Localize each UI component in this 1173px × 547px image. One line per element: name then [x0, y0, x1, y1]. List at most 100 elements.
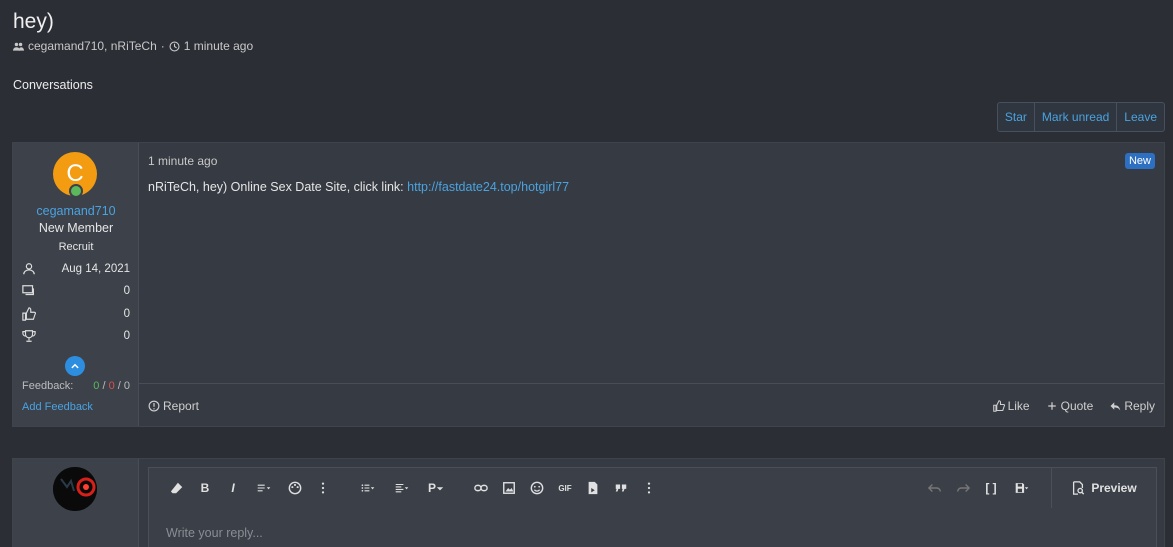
- stat-value: 0: [123, 285, 130, 297]
- feedback-sep: /: [117, 380, 121, 392]
- trophy-icon: [22, 330, 36, 342]
- feedback-label: Feedback:: [22, 380, 74, 392]
- paragraph-label: P: [427, 481, 436, 495]
- add-feedback-link[interactable]: Add Feedback: [22, 401, 93, 413]
- message-link[interactable]: http://fastdate24.top/hotgirl77: [407, 180, 569, 194]
- message-footer: Report Like Quote Reply: [139, 383, 1164, 427]
- quote-icon: [615, 484, 627, 492]
- insert-emoji-button[interactable]: [526, 477, 548, 499]
- online-status-icon: [69, 184, 83, 198]
- undo-icon: [928, 484, 941, 492]
- redo-icon: [957, 484, 970, 492]
- message: C cegamand710 New Member Recruit Aug 14,…: [12, 142, 1165, 427]
- reply-label: Reply: [1124, 399, 1155, 413]
- insert-link-button[interactable]: [470, 477, 492, 499]
- username[interactable]: cegamand710: [13, 204, 139, 218]
- undo-button[interactable]: [924, 477, 946, 499]
- feedback-positive: 0: [93, 380, 100, 392]
- stat-value: Aug 14, 2021: [61, 263, 130, 275]
- palette-icon: [288, 481, 302, 495]
- thumbs-up-icon: [22, 307, 36, 321]
- color-button[interactable]: [284, 477, 306, 499]
- insert-quote-button[interactable]: [610, 477, 632, 499]
- more-insert-button[interactable]: [638, 477, 660, 499]
- editor-toolbar: B I P GIF [ ]: [149, 468, 1156, 508]
- reply-icon: [1110, 402, 1121, 411]
- info-icon: [148, 400, 160, 412]
- quick-reply: B I P GIF [ ] Preview: [12, 458, 1165, 547]
- thumbs-up-icon: [992, 400, 1005, 412]
- star-button[interactable]: Star: [998, 103, 1034, 131]
- text-lines-icon: [257, 484, 271, 492]
- new-badge: New: [1124, 153, 1155, 169]
- link-icon: [474, 484, 488, 492]
- like-button[interactable]: Like: [992, 399, 1030, 413]
- preview-icon: [1073, 481, 1085, 495]
- conversation-actions: Star Mark unread Leave: [996, 102, 1165, 132]
- image-icon: [503, 482, 515, 494]
- toggle-bbcode-button[interactable]: [ ]: [980, 477, 1002, 499]
- meta-separator: ·: [160, 39, 165, 53]
- quote-label: Quote: [1060, 399, 1094, 413]
- insert-image-button[interactable]: [498, 477, 520, 499]
- stat-reactions: 0: [22, 307, 130, 321]
- reply-button[interactable]: Reply: [1109, 399, 1155, 413]
- messages-icon: [22, 285, 34, 296]
- paragraph-button[interactable]: P: [422, 477, 450, 499]
- stat-points: 0: [22, 329, 130, 343]
- eraser-icon: [170, 482, 183, 494]
- user-banner: Recruit: [58, 241, 94, 253]
- stat-joined: Aug 14, 2021: [22, 262, 130, 276]
- chevron-up-icon: [71, 363, 79, 369]
- leave-button[interactable]: Leave: [1116, 103, 1164, 131]
- text-options-button[interactable]: [250, 477, 278, 499]
- stat-messages: 0: [22, 284, 130, 298]
- feedback-neutral: 0: [123, 380, 130, 392]
- like-label: Like: [1007, 399, 1030, 413]
- align-left-icon: [395, 483, 409, 493]
- avatar-image-icon: [53, 467, 97, 511]
- list-icon: [361, 484, 375, 492]
- save-icon: [1015, 483, 1029, 493]
- insert-media-button[interactable]: [582, 477, 604, 499]
- italic-button[interactable]: I: [222, 477, 244, 499]
- message-text: nRiTeCh, hey) Online Sex Date Site, clic…: [148, 180, 408, 194]
- reply-input[interactable]: [166, 526, 866, 540]
- reply-user-info: [13, 459, 139, 547]
- page-title: hey): [13, 10, 54, 33]
- redo-button[interactable]: [952, 477, 974, 499]
- users-icon: [13, 42, 24, 51]
- section-heading: Conversations: [13, 78, 93, 92]
- report-button[interactable]: Report: [148, 399, 199, 413]
- stat-value: 0: [123, 330, 130, 342]
- insert-gif-button[interactable]: GIF: [554, 477, 576, 499]
- drafts-button[interactable]: [1008, 477, 1036, 499]
- bold-button[interactable]: B: [194, 477, 216, 499]
- feedback-sep: /: [102, 380, 106, 392]
- more-text-button[interactable]: [312, 477, 334, 499]
- reply-editor: B I P GIF [ ] Preview: [148, 467, 1157, 547]
- quote-button[interactable]: Quote: [1046, 399, 1094, 413]
- feedback-negative: 0: [108, 380, 115, 392]
- mark-unread-button[interactable]: Mark unread: [1033, 103, 1116, 131]
- expand-user-info-button[interactable]: [65, 356, 85, 376]
- message-user-info: C cegamand710 New Member Recruit Aug 14,…: [13, 143, 139, 426]
- message-time[interactable]: 1 minute ago: [148, 154, 217, 168]
- participants[interactable]: cegamand710, nRiTeCh: [28, 39, 157, 53]
- plus-icon: [1047, 402, 1056, 410]
- stat-value: 0: [123, 308, 130, 320]
- more-vertical-icon: [647, 482, 651, 494]
- smiley-icon: [530, 481, 544, 495]
- clear-format-button[interactable]: [166, 477, 188, 499]
- list-button[interactable]: [354, 477, 382, 499]
- thread-meta: cegamand710, nRiTeCh · 1 minute ago: [13, 39, 253, 53]
- report-label: Report: [163, 399, 200, 413]
- message-actions: Like Quote Reply: [992, 399, 1155, 413]
- clock-icon: [169, 40, 180, 52]
- user-title: New Member: [38, 221, 114, 235]
- caret-down-icon: [436, 487, 444, 491]
- avatar[interactable]: [53, 467, 97, 511]
- preview-button[interactable]: Preview: [1051, 468, 1156, 508]
- align-button[interactable]: [388, 477, 416, 499]
- feedback-values: 0 / 0 / 0: [93, 380, 130, 392]
